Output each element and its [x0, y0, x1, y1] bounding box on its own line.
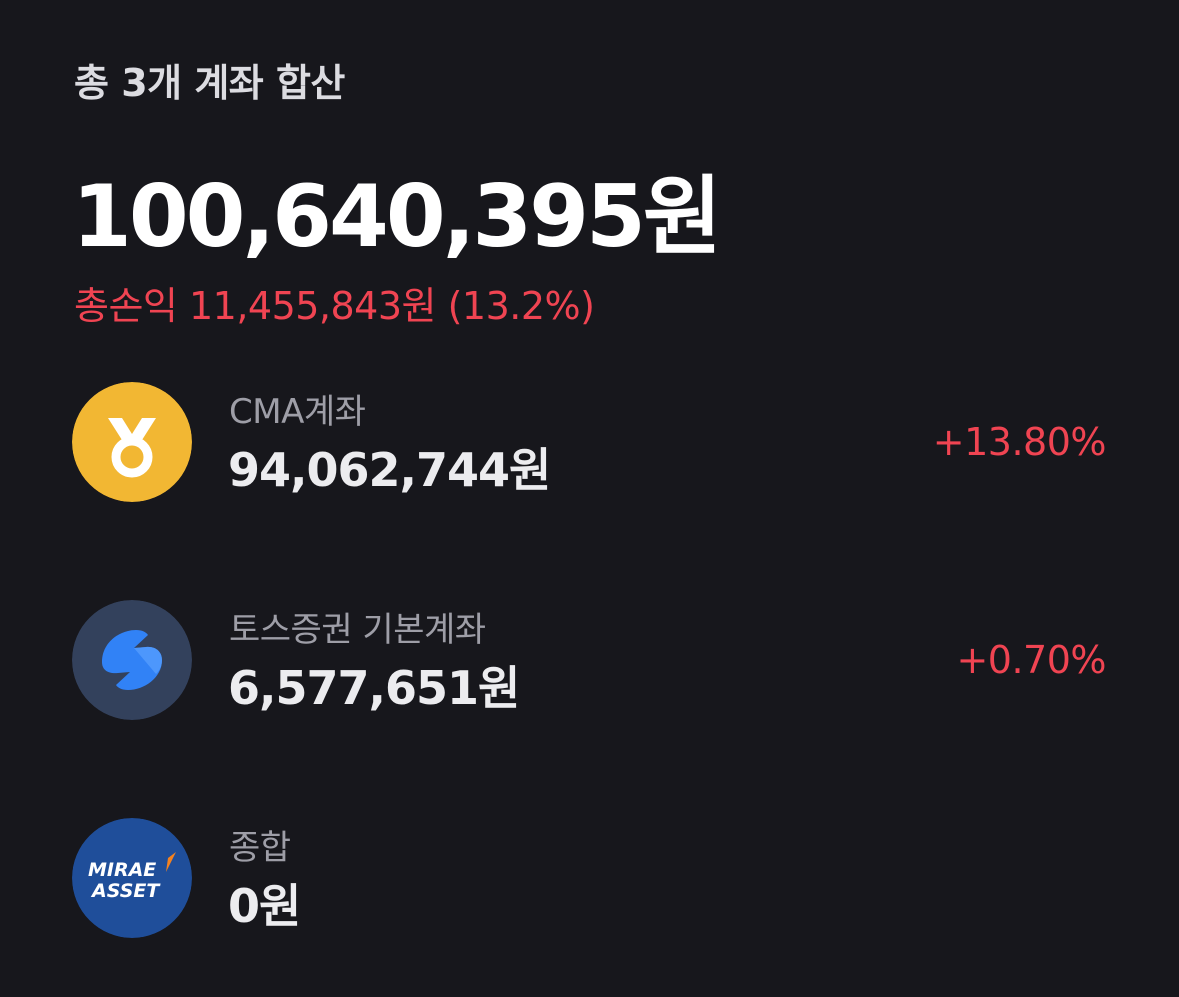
account-name: 종합 [229, 828, 291, 868]
account-row-mirae[interactable]: MIRAE ASSET 종합 0원 [72, 818, 1106, 938]
svg-text:MIRAE: MIRAE [88, 859, 156, 881]
svg-text:ASSET: ASSET [90, 880, 161, 902]
account-balance: 6,577,651원 [228, 661, 520, 715]
account-name: CMA계좌 [229, 392, 366, 432]
total-profit: 총손익 11,455,843원 (13.2%) [74, 284, 595, 328]
toss-logo-icon [72, 600, 192, 720]
summary-label: 총 3개 계좌 합산 [74, 61, 345, 105]
medal-icon [72, 382, 192, 502]
account-return-rate: +13.80% [932, 420, 1107, 464]
account-name: 토스증권 기본계좌 [229, 610, 486, 650]
account-row-cma[interactable]: CMA계좌 94,062,744원 +13.80% [72, 382, 1107, 502]
account-row-toss[interactable]: 토스증권 기본계좌 6,577,651원 +0.70% [72, 600, 1106, 720]
account-return-rate: +0.70% [956, 638, 1106, 682]
account-balance: 94,062,744원 [228, 443, 551, 497]
total-amount: 100,640,395원 [72, 167, 722, 267]
mirae-asset-logo: MIRAE ASSET [72, 818, 192, 938]
account-balance: 0원 [228, 879, 301, 933]
